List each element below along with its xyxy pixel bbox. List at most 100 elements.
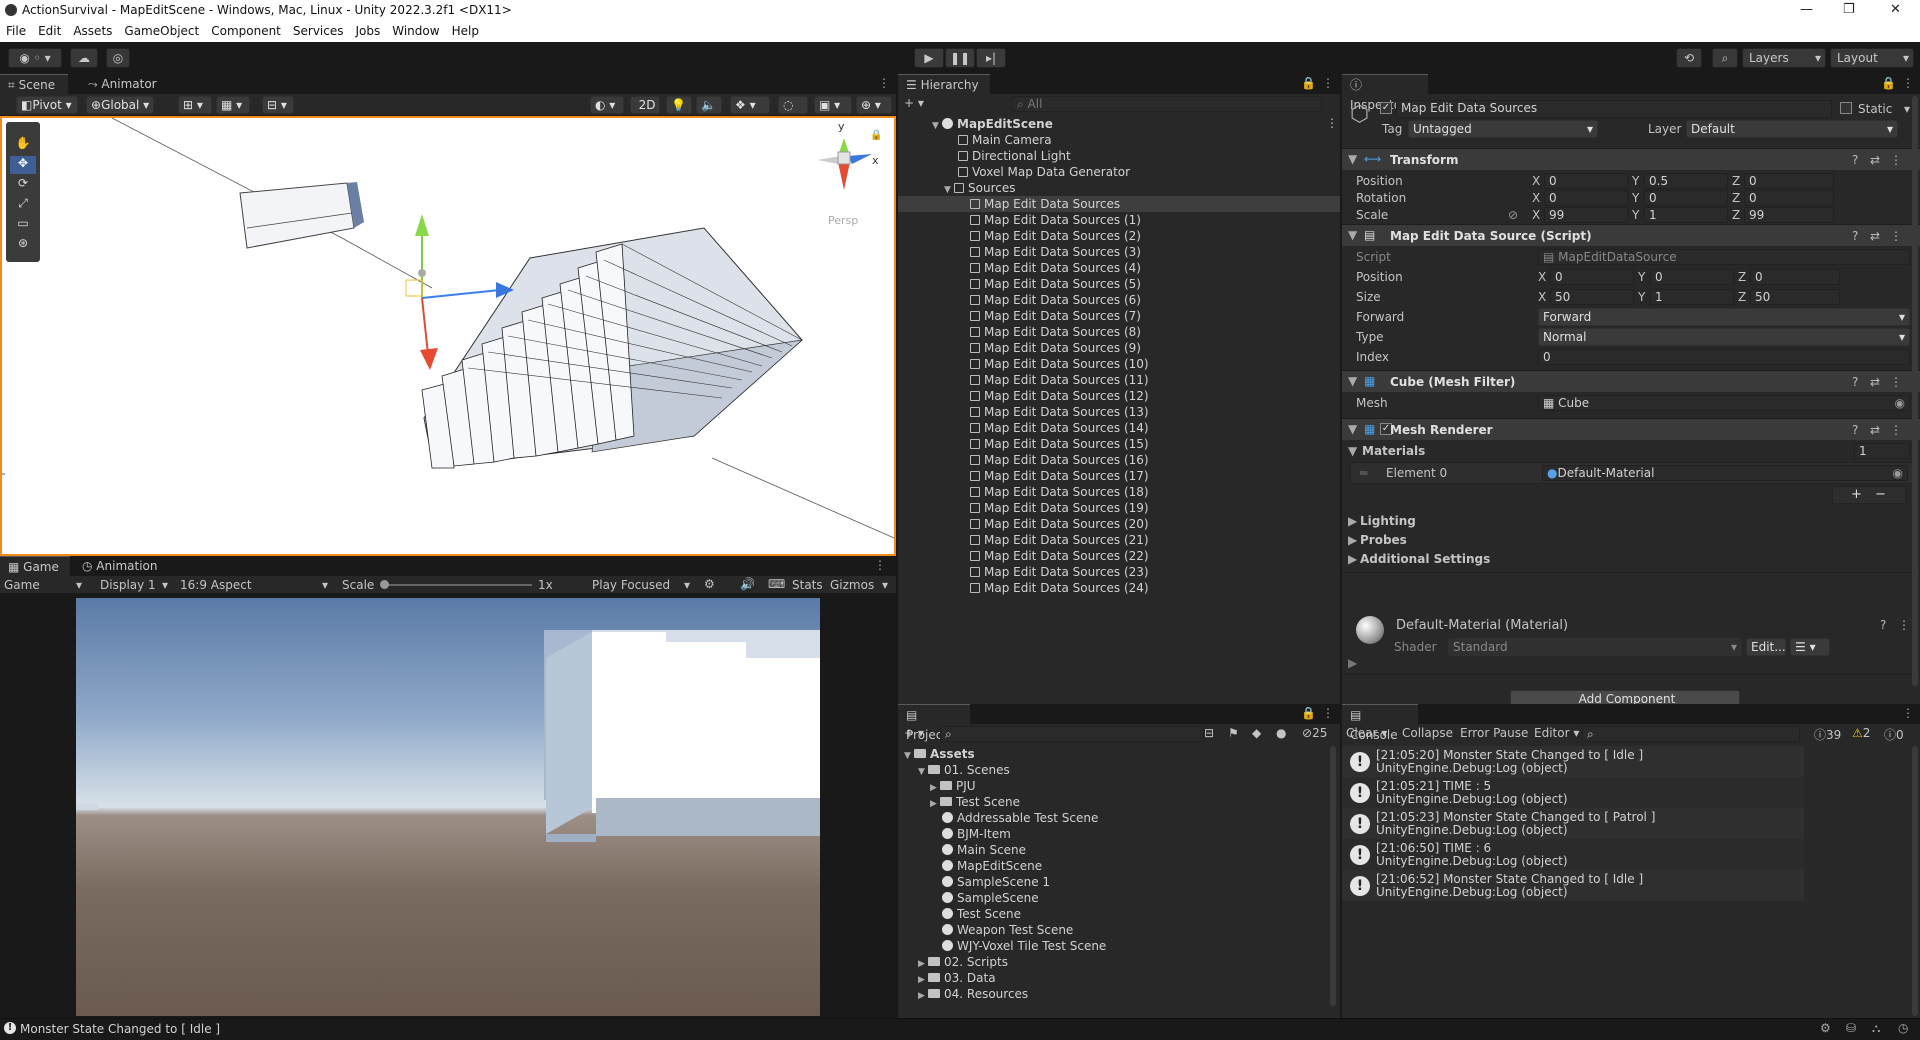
mute-audio-icon[interactable]: 🔊 — [740, 577, 755, 591]
scene-viewport[interactable]: y x Persp 🔒 ✋ ✥ ⟳ ⤢ ▭ ⊛ — [0, 116, 896, 556]
visibility-icon[interactable]: ◌ — [778, 96, 808, 114]
forward-dropdown[interactable]: Forward ▾ — [1538, 308, 1910, 326]
error-filter[interactable]: ⓘ0 — [1884, 726, 1904, 743]
folder-item[interactable]: ▼ 01. Scenes — [918, 762, 1010, 778]
search-by-label-icon[interactable]: ⚑ — [1228, 726, 1239, 740]
lock-icon[interactable]: 🔒 — [870, 130, 882, 141]
console-log-entry[interactable]: ! [21:05:21] TIME : 5 UnityEngine.Debug:Lo… — [1342, 777, 1804, 808]
persp-label[interactable]: Persp — [828, 214, 858, 227]
edit-shader-button[interactable]: Edit... — [1746, 638, 1786, 656]
effects-icon[interactable]: ❖ ▾ — [730, 96, 770, 114]
hierarchy-item[interactable]: Map Edit Data Sources (13) — [970, 404, 1149, 420]
more-options-icon[interactable]: ⋮ — [1890, 375, 1902, 389]
tab-scene[interactable]: ⌗ Scene — [0, 74, 68, 94]
hidden-packages-icon[interactable]: ⊘25 — [1302, 726, 1327, 740]
warning-filter[interactable]: ⚠2 — [1852, 726, 1870, 740]
project-search[interactable]: ⌕ — [940, 726, 1204, 742]
scene-asset-item[interactable]: MapEditScene — [942, 858, 1042, 874]
project-scrollbar[interactable] — [1330, 746, 1336, 1006]
layers-dropdown[interactable]: Layers ▾ — [1742, 48, 1826, 68]
grid-snap-icon[interactable]: ⊞ ▾ — [178, 96, 212, 114]
folder-item[interactable]: ▶ PJU — [930, 778, 976, 794]
scene-asset-item[interactable]: Test Scene — [942, 906, 1021, 922]
hierarchy-item[interactable]: Map Edit Data Sources (4) — [970, 260, 1141, 276]
more-options-icon[interactable]: ⋮ — [1902, 76, 1914, 90]
foldout-arrow-icon[interactable]: ▼ — [1348, 444, 1357, 458]
lock-icon[interactable]: 🔒 — [1301, 76, 1316, 90]
add-component-button[interactable]: Add Component — [1510, 690, 1740, 704]
folder-item[interactable]: ▶ 02. Scripts — [918, 954, 1008, 970]
help-icon[interactable]: ? — [1852, 153, 1858, 167]
preset-icon[interactable]: ⇄ — [1870, 229, 1880, 243]
scale-slider-handle[interactable] — [380, 580, 389, 589]
hierarchy-item[interactable]: Map Edit Data Sources (10) — [970, 356, 1149, 372]
menu-services[interactable]: Services — [287, 22, 350, 38]
draw-mode-icon[interactable]: ◐ ▾ — [590, 96, 624, 114]
hierarchy-item[interactable]: Map Edit Data Sources (7) — [970, 308, 1141, 324]
size-z[interactable]: 50 — [1750, 289, 1840, 305]
source-position-y[interactable]: 0 — [1650, 269, 1734, 285]
camera-icon[interactable]: ▣ ▾ — [814, 96, 852, 114]
more-options-icon[interactable]: ⋮ — [1890, 229, 1902, 243]
hierarchy-item[interactable]: Map Edit Data Sources (12) — [970, 388, 1149, 404]
collapse-toggle[interactable]: Collapse — [1402, 726, 1453, 740]
stats-button[interactable]: Stats — [792, 578, 823, 592]
hierarchy-item[interactable]: Directional Light — [958, 148, 1071, 164]
maximize-icon[interactable]: ❐ — [1843, 2, 1855, 17]
foldout-arrow-icon[interactable]: ▶ — [1348, 514, 1357, 528]
more-options-icon[interactable]: ⋮ — [1902, 706, 1914, 720]
transform-tool-icon[interactable]: ⊛ — [10, 236, 36, 254]
menu-component[interactable]: Component — [205, 22, 287, 38]
more-options-icon[interactable]: ⋮ — [1326, 116, 1338, 130]
lock-icon[interactable]: 🔒 — [1301, 706, 1316, 720]
tab-hierarchy[interactable]: ☰ Hierarchy — [898, 74, 990, 94]
collab-icon[interactable]: ◎ — [106, 48, 130, 68]
hierarchy-item[interactable]: Map Edit Data Sources (22) — [970, 548, 1149, 564]
cloud-icon[interactable]: ☁ — [70, 48, 98, 68]
materials-label[interactable]: Materials — [1362, 444, 1425, 458]
preset-icon[interactable]: ⇄ — [1870, 423, 1880, 437]
size-x[interactable]: 50 — [1550, 289, 1634, 305]
scene-asset-item[interactable]: Main Scene — [942, 842, 1026, 858]
folder-item[interactable]: ▶ 03. Data — [918, 970, 996, 986]
more-options-icon[interactable]: ⋮ — [1898, 618, 1910, 632]
index-field[interactable]: 0 — [1538, 349, 1910, 365]
minimize-icon[interactable]: — — [1800, 2, 1813, 17]
menu-file[interactable]: File — [0, 22, 32, 38]
inspector-scrollbar[interactable] — [1912, 96, 1918, 686]
hierarchy-item[interactable]: Map Edit Data Sources — [970, 196, 1120, 212]
rotation-z-field[interactable]: 0 — [1744, 190, 1834, 206]
clear-button[interactable]: Clear ▾ — [1346, 726, 1387, 740]
status-message[interactable]: Monster State Changed to [ Idle ] — [20, 1022, 220, 1036]
preset-icon[interactable]: ⇄ — [1870, 153, 1880, 167]
console-scrollbar[interactable] — [1912, 746, 1918, 1016]
debug-icon[interactable]: ⚙ — [1820, 1021, 1831, 1035]
source-position-x[interactable]: 0 — [1550, 269, 1634, 285]
foldout-arrow-icon[interactable]: ▶ — [1348, 656, 1357, 670]
display-dropdown[interactable]: Display 1 — [100, 578, 156, 592]
hierarchy-item[interactable]: Map Edit Data Sources (3) — [970, 244, 1141, 260]
hierarchy-item[interactable]: Map Edit Data Sources (18) — [970, 484, 1149, 500]
console-log-entry[interactable]: ! [21:06:50] TIME : 6 UnityEngine.Debug:Lo… — [1342, 839, 1804, 870]
scene-asset-item[interactable]: Weapon Test Scene — [942, 922, 1073, 938]
hierarchy-item[interactable]: Map Edit Data Sources (23) — [970, 564, 1149, 580]
gizmos-dropdown[interactable]: Gizmos — [830, 578, 874, 592]
menu-window[interactable]: Window — [386, 22, 445, 38]
pivot-dropdown[interactable]: ◧Pivot ▾ — [16, 96, 78, 114]
2d-toggle[interactable]: 2D — [630, 96, 660, 114]
object-name-field[interactable]: Map Edit Data Sources — [1396, 100, 1832, 118]
hierarchy-item[interactable]: Map Edit Data Sources (17) — [970, 468, 1149, 484]
close-icon[interactable]: ✕ — [1890, 2, 1901, 17]
help-icon[interactable]: ? — [1852, 423, 1858, 437]
aspect-dropdown[interactable]: 16:9 Aspect — [180, 578, 252, 592]
help-icon[interactable]: ? — [1852, 229, 1858, 243]
preset-icon[interactable]: ⇄ — [1870, 375, 1880, 389]
error-pause-toggle[interactable]: Error Pause — [1460, 726, 1528, 740]
additional-settings-foldout[interactable]: Additional Settings — [1360, 552, 1490, 566]
folder-item[interactable]: ▶ 04. Resources — [918, 986, 1028, 1002]
hand-tool-icon[interactable]: ✋ — [10, 136, 36, 154]
hierarchy-item[interactable]: Map Edit Data Sources (5) — [970, 276, 1141, 292]
scale-z-field[interactable]: 99 — [1744, 207, 1834, 223]
bug-icon[interactable]: ⚙ — [704, 577, 715, 591]
scale-tool-icon[interactable]: ⤢ — [10, 196, 36, 214]
